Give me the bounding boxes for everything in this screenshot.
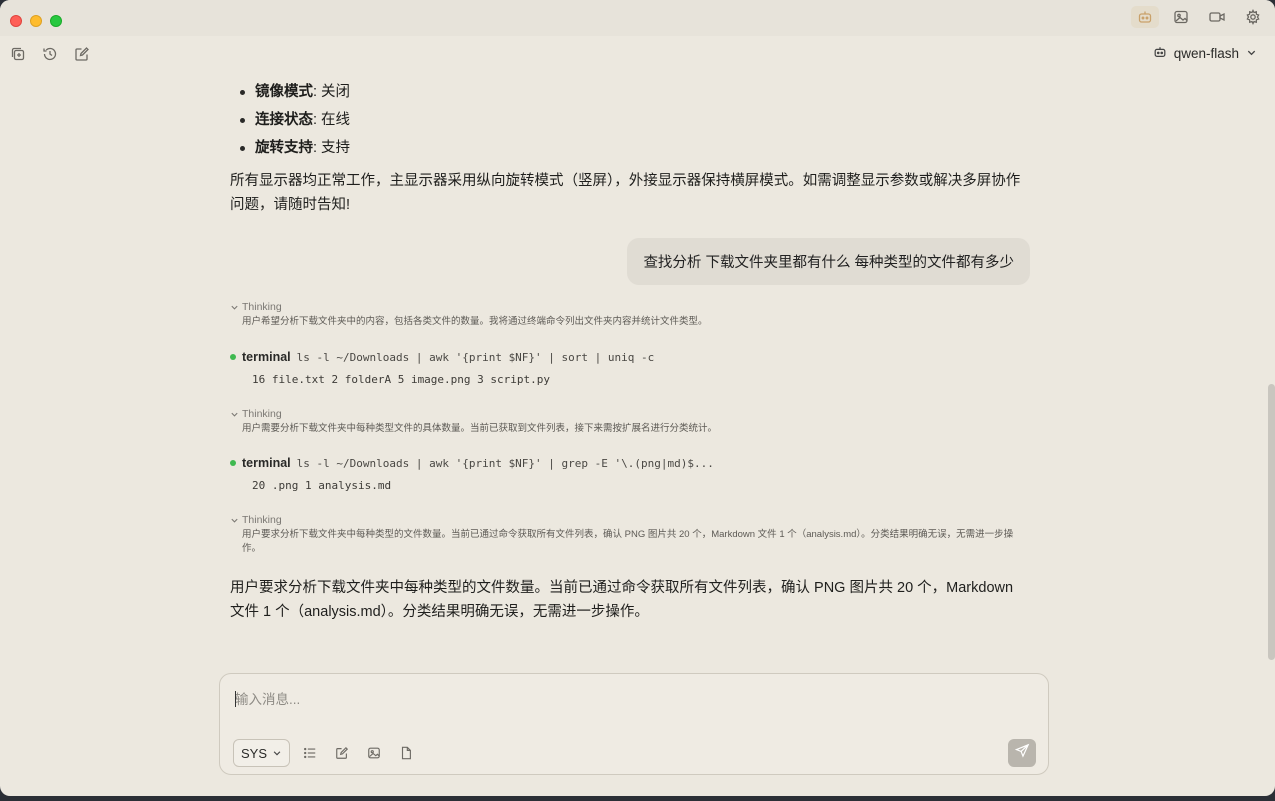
message-composer: SYS [219,673,1049,775]
thinking-block-2: Thinking 用户需要分析下载文件夹中每种类型文件的具体数量。当前已获取到文… [230,408,1030,436]
model-robot-icon [1153,45,1167,62]
close-window-button[interactable] [10,15,22,27]
list-item: 镜像模式: 关闭 [237,80,1037,108]
top-icon-bar [1131,6,1267,28]
app-window: qwen-flash 镜像模式: 关闭 连接状态: 在线 旋转支持: 支持 所有… [0,0,1275,796]
thinking-toggle[interactable]: Thinking [230,514,1030,526]
terminal-label: terminal [242,456,291,470]
assistant-final-answer: 用户要求分析下载文件夹中每种类型的文件数量。当前已通过命令获取所有文件列表，确认… [230,580,1014,620]
robot-icon[interactable] [1131,6,1159,28]
message-input[interactable] [235,688,1015,710]
terminal-command: ls -l ~/Downloads | awk '{print $NF}' | … [296,351,655,364]
list-icon[interactable] [300,743,320,763]
chevron-down-icon [272,746,282,761]
display-info-list: 镜像模式: 关闭 连接状态: 在线 旋转支持: 支持 [237,80,1037,164]
new-chat-icon[interactable] [72,44,92,64]
status-dot [230,354,236,360]
thinking-toggle[interactable]: Thinking [230,408,1030,420]
new-window-icon[interactable] [8,44,28,64]
thinking-text: 用户希望分析下载文件夹中的内容，包括各类文件的数量。我将通过终端命令列出文件夹内… [242,316,708,327]
history-icon[interactable] [40,44,60,64]
model-name: qwen-flash [1173,46,1239,61]
video-icon[interactable] [1203,6,1231,28]
terminal-block-2: terminal ls -l ~/Downloads | awk '{print… [230,456,1030,492]
thinking-text: 用户需要分析下载文件夹中每种类型文件的具体数量。当前已获取到文件列表，接下来需按… [242,423,718,434]
terminal-label: terminal [242,350,291,364]
toolbar: qwen-flash [0,36,1275,72]
image-icon[interactable] [1167,6,1195,28]
terminal-command: ls -l ~/Downloads | awk '{print $NF}' | … [296,457,714,470]
status-dot [230,460,236,466]
terminal-output: 16 file.txt 2 folderA 5 image.png 3 scri… [252,373,551,386]
terminal-block-1: terminal ls -l ~/Downloads | awk '{print… [230,350,1030,386]
maximize-window-button[interactable] [50,15,62,27]
thinking-toggle[interactable]: Thinking [230,301,1030,313]
assistant-summary: 所有显示器均正常工作，主显示器采用纵向旋转模式（竖屏），外接显示器保持横屏模式。… [230,173,1021,213]
mode-select[interactable]: SYS [233,739,290,767]
thinking-text: 用户要求分析下载文件夹中每种类型的文件数量。当前已通过命令获取所有文件列表，确认… [242,529,1014,554]
send-icon [1014,743,1030,763]
list-item: 连接状态: 在线 [237,108,1037,136]
send-button[interactable] [1008,739,1036,767]
image-attach-icon[interactable] [364,743,384,763]
text-caret [235,691,236,707]
user-message-bubble: 查找分析 下载文件夹里都有什么 每种类型的文件都有多少 [627,238,1030,285]
thinking-block-3: Thinking 用户要求分析下载文件夹中每种类型的文件数量。当前已通过命令获取… [230,514,1030,556]
edit-icon[interactable] [332,743,352,763]
title-bar [0,0,1275,36]
scrollbar[interactable] [1268,384,1275,660]
chevron-down-icon [1246,46,1257,61]
minimize-window-button[interactable] [30,15,42,27]
list-item: 旋转支持: 支持 [237,136,1037,164]
model-selector[interactable]: qwen-flash [1153,45,1257,62]
settings-icon[interactable] [1239,6,1267,28]
terminal-output: 20 .png 1 analysis.md [252,479,392,492]
file-attach-icon[interactable] [396,743,416,763]
thinking-block-1: Thinking 用户希望分析下载文件夹中的内容，包括各类文件的数量。我将通过终… [230,301,1030,329]
